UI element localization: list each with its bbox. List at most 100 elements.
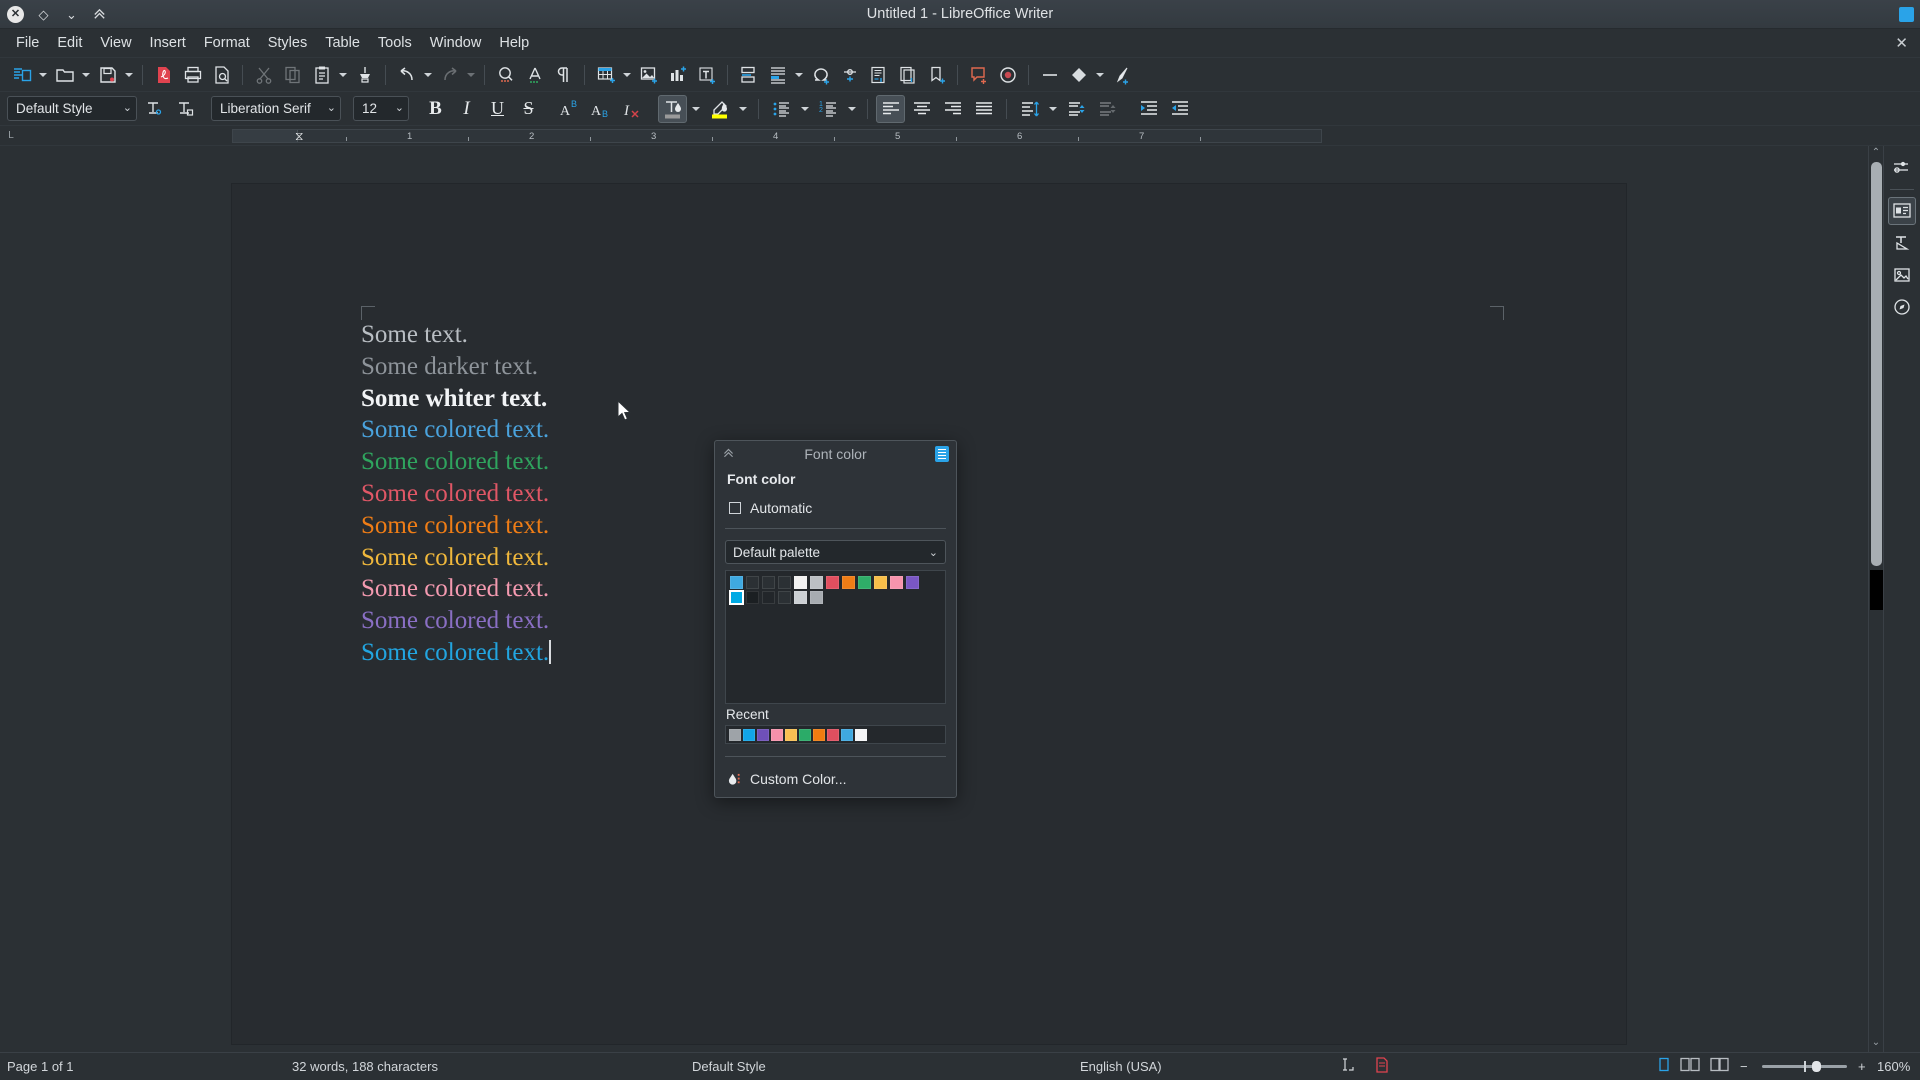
insert-endnote-button[interactable]: [893, 61, 922, 89]
ordered-list-dropdown[interactable]: [845, 95, 859, 123]
window-minimize-button[interactable]: ⌄: [62, 5, 81, 24]
close-document-button[interactable]: ✕: [1895, 34, 1908, 52]
palette-color-swatch[interactable]: [890, 576, 903, 589]
save-state-button[interactable]: [1375, 1057, 1389, 1076]
export-pdf-button[interactable]: [149, 61, 178, 89]
menu-tools[interactable]: Tools: [369, 32, 421, 54]
font-name-combo[interactable]: Liberation Serif ⌄: [211, 96, 341, 121]
undo-button[interactable]: [392, 61, 421, 89]
palette-color-swatch[interactable]: [906, 576, 919, 589]
document-line[interactable]: Some colored text.: [361, 573, 551, 605]
palette-color-swatch[interactable]: [874, 576, 887, 589]
view-book-button[interactable]: [1709, 1057, 1731, 1076]
insert-page-break-button[interactable]: [734, 61, 763, 89]
document-text-body[interactable]: Some text. Some darker text. Some whiter t…: [361, 319, 551, 669]
font-color-popup[interactable]: Font color Font color Automatic Default …: [714, 440, 957, 798]
insert-field-button[interactable]: [763, 61, 792, 89]
indent-marker[interactable]: ⧖: [295, 129, 303, 143]
palette-color-swatch[interactable]: [762, 591, 775, 604]
unordered-list-button[interactable]: [767, 95, 796, 123]
recent-color-swatch[interactable]: [827, 728, 839, 741]
insert-special-character-button[interactable]: [806, 61, 835, 89]
insert-field-dropdown[interactable]: [792, 61, 806, 89]
insert-bookmark-button[interactable]: [922, 61, 951, 89]
recent-color-swatch[interactable]: [757, 728, 769, 741]
window-close-button[interactable]: ✕: [6, 5, 25, 24]
line-spacing-button[interactable]: [1015, 95, 1044, 123]
clone-formatting-button[interactable]: [350, 61, 379, 89]
paragraph-style-combo[interactable]: Default Style ⌄: [7, 96, 137, 121]
zoom-in-button[interactable]: +: [1858, 1059, 1866, 1074]
paste-dropdown[interactable]: [336, 61, 350, 89]
color-palette-grid[interactable]: [725, 570, 946, 704]
menu-file[interactable]: File: [7, 32, 48, 54]
recent-color-swatch[interactable]: [855, 728, 867, 741]
zoom-level[interactable]: 160%: [1877, 1059, 1910, 1074]
document-line[interactable]: Some colored text.: [361, 542, 551, 574]
recent-color-swatch[interactable]: [813, 728, 825, 741]
update-selected-style-button[interactable]: [139, 95, 168, 123]
menu-edit[interactable]: Edit: [48, 32, 91, 54]
bold-button[interactable]: B: [421, 95, 450, 123]
print-button[interactable]: [178, 61, 207, 89]
scrollbar-thumb[interactable]: [1871, 162, 1882, 566]
palette-color-swatch[interactable]: [794, 576, 807, 589]
justified-button[interactable]: [969, 95, 998, 123]
insert-hyperlink-button[interactable]: [835, 61, 864, 89]
menu-format[interactable]: Format: [195, 32, 259, 54]
palette-color-swatch[interactable]: [762, 576, 775, 589]
zoom-out-button[interactable]: −: [1740, 1059, 1748, 1074]
align-right-button[interactable]: [938, 95, 967, 123]
align-left-button[interactable]: [876, 94, 905, 123]
sidebar-item-properties[interactable]: [1888, 197, 1916, 225]
menu-window[interactable]: Window: [421, 32, 491, 54]
document-line[interactable]: Some colored text.: [361, 478, 551, 510]
show-draw-functions-button[interactable]: [1107, 61, 1136, 89]
highlight-color-button[interactable]: [705, 95, 734, 123]
recent-color-swatch[interactable]: [743, 728, 755, 741]
new-document-dropdown[interactable]: [36, 61, 50, 89]
document-line[interactable]: Some colored text.: [361, 414, 551, 446]
menu-insert[interactable]: Insert: [141, 32, 195, 54]
palette-color-swatch[interactable]: [842, 576, 855, 589]
palette-color-swatch[interactable]: [746, 591, 759, 604]
recent-colors-strip[interactable]: [725, 725, 946, 744]
document-line[interactable]: Some whiter text.: [361, 383, 551, 415]
palette-color-swatch[interactable]: [730, 576, 743, 589]
new-style-from-selection-button[interactable]: [170, 95, 199, 123]
open-file-button[interactable]: [50, 61, 79, 89]
underline-button[interactable]: U: [483, 95, 512, 123]
line-spacing-dropdown[interactable]: [1046, 95, 1060, 123]
decrease-paragraph-spacing-button[interactable]: [1093, 95, 1122, 123]
palette-color-swatch[interactable]: [826, 576, 839, 589]
palette-color-swatch[interactable]: [746, 576, 759, 589]
view-single-page-button[interactable]: [1657, 1057, 1671, 1076]
basic-shapes-button[interactable]: [1064, 61, 1093, 89]
ordered-list-button[interactable]: 1 2: [814, 95, 843, 123]
print-preview-button[interactable]: [207, 61, 236, 89]
automatic-checkbox[interactable]: [729, 502, 741, 514]
redo-button[interactable]: [435, 61, 464, 89]
insert-line-button[interactable]: [1035, 61, 1064, 89]
paste-button[interactable]: [307, 61, 336, 89]
find-and-replace-button[interactable]: [491, 61, 520, 89]
view-multi-page-button[interactable]: [1679, 1057, 1701, 1076]
clear-formatting-button[interactable]: I: [617, 95, 646, 123]
document-line[interactable]: Some darker text.: [361, 351, 551, 383]
selection-mode-button[interactable]: [1340, 1057, 1358, 1076]
superscript-button[interactable]: A B: [555, 95, 584, 123]
palette-color-swatch[interactable]: [810, 591, 823, 604]
save-dropdown[interactable]: [122, 61, 136, 89]
palette-color-swatch[interactable]: [778, 591, 791, 604]
horizontal-ruler[interactable]: ⧖ 1 2 3 4 5 6 7: [232, 129, 1322, 143]
open-file-dropdown[interactable]: [79, 61, 93, 89]
scroll-up-arrow-icon[interactable]: ⌃: [1869, 146, 1883, 160]
redo-dropdown[interactable]: [464, 61, 478, 89]
recent-color-swatch[interactable]: [729, 728, 741, 741]
unordered-list-dropdown[interactable]: [798, 95, 812, 123]
undo-dropdown[interactable]: [421, 61, 435, 89]
document-line[interactable]: Some colored text.: [361, 446, 551, 478]
menu-help[interactable]: Help: [490, 32, 538, 54]
insert-comment-button[interactable]: [964, 61, 993, 89]
vertical-scrollbar[interactable]: ⌃ ⌄: [1868, 146, 1883, 1052]
